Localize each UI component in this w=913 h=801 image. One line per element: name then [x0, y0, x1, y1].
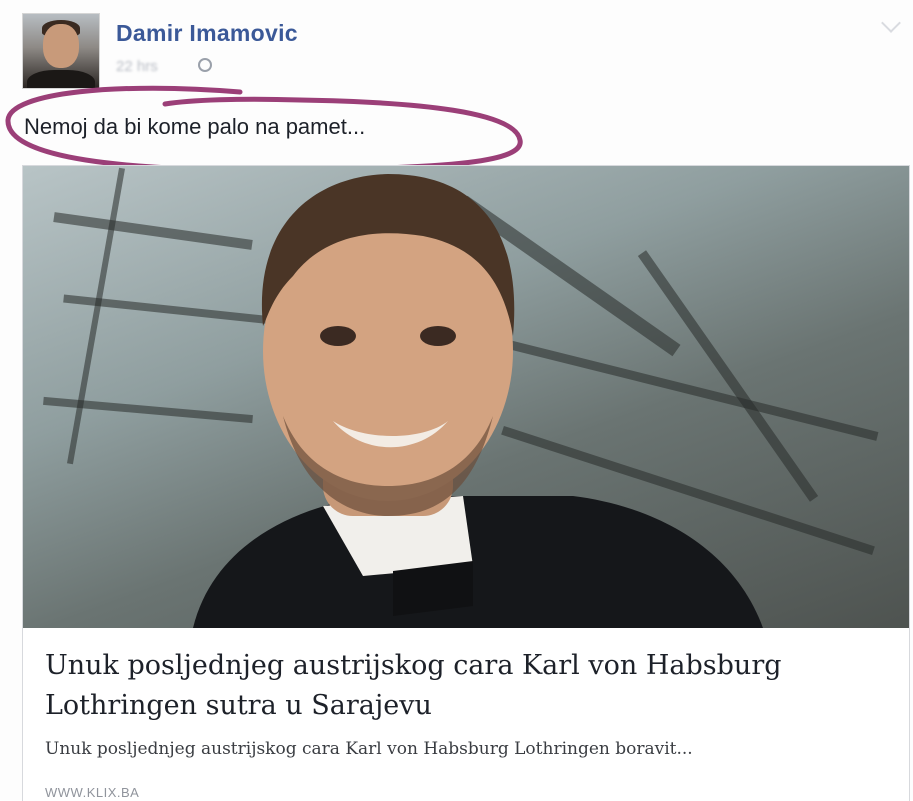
link-preview-image[interactable]	[23, 166, 909, 628]
post-status-text: Nemoj da bi kome palo na pamet...	[24, 114, 366, 139]
link-domain: WWW.KLIX.BA	[45, 785, 140, 800]
link-description: Unuk posljednjeg austrijskog cara Karl v…	[45, 739, 693, 759]
chevron-down-icon[interactable]	[881, 13, 901, 33]
globe-icon	[198, 58, 212, 72]
avatar[interactable]	[22, 13, 100, 89]
link-headline[interactable]: Unuk posljednjeg austrijskog cara Karl v…	[45, 646, 885, 726]
facebook-post: Damir Imamovic 22 hrs Nemoj da bi kome p…	[0, 0, 913, 801]
author-name[interactable]: Damir Imamovic	[116, 20, 298, 47]
post-timestamp[interactable]: 22 hrs	[116, 58, 158, 75]
person-photo	[193, 174, 763, 628]
link-preview-card[interactable]: Unuk posljednjeg austrijskog cara Karl v…	[22, 165, 910, 801]
